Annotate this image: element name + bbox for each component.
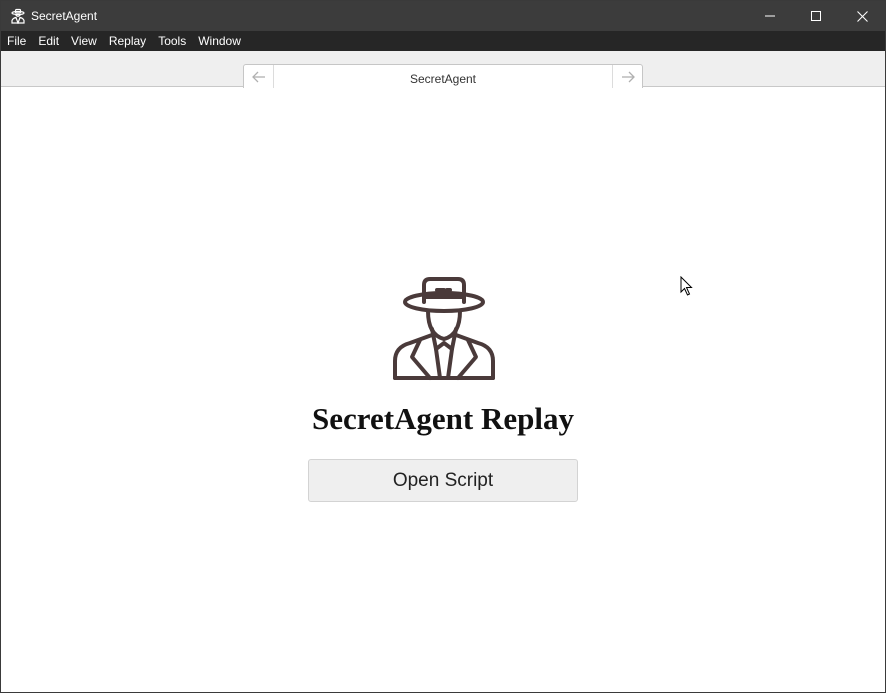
toolbar: SecretAgent — [1, 51, 885, 93]
menu-file[interactable]: File — [1, 31, 32, 51]
spy-agent-icon — [10, 8, 26, 24]
menu-replay[interactable]: Replay — [103, 31, 152, 51]
spy-agent-icon — [392, 277, 496, 381]
close-button[interactable] — [839, 1, 885, 31]
window-controls — [747, 1, 885, 31]
minimize-button[interactable] — [747, 1, 793, 31]
maximize-button[interactable] — [793, 1, 839, 31]
mouse-pointer-icon — [680, 275, 694, 296]
menu-bar: File Edit View Replay Tools Window — [1, 31, 885, 51]
app-window: SecretAgent File Edit View Replay Tools … — [0, 0, 886, 693]
arrow-left-icon — [251, 70, 266, 88]
title-bar[interactable]: SecretAgent — [1, 1, 885, 31]
minimize-icon — [765, 11, 775, 21]
open-script-button[interactable]: Open Script — [308, 459, 578, 502]
arrow-right-icon — [621, 70, 635, 88]
menu-view[interactable]: View — [65, 31, 103, 51]
page-title: SecretAgent Replay — [311, 401, 574, 436]
main-content: SecretAgent Replay Open Script — [1, 88, 885, 692]
close-icon — [856, 10, 868, 22]
window-title: SecretAgent — [31, 9, 98, 23]
maximize-icon — [811, 11, 821, 21]
menu-edit[interactable]: Edit — [32, 31, 65, 51]
menu-window[interactable]: Window — [192, 31, 247, 51]
menu-tools[interactable]: Tools — [152, 31, 192, 51]
